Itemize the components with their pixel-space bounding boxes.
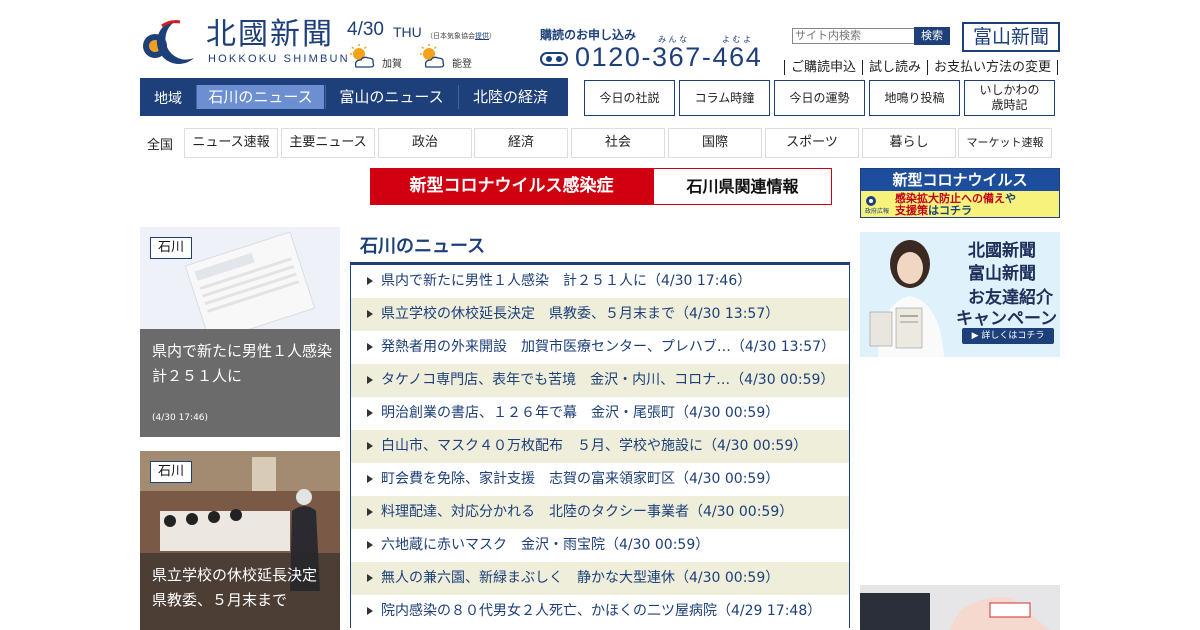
- category-sports[interactable]: スポーツ: [765, 128, 859, 158]
- card-caption: 県内で新たに男性１人感染 計２５１人に: [152, 342, 340, 385]
- tab-hokuriku-economy[interactable]: 北陸の経済: [458, 85, 562, 109]
- gov-pr-icon: 政府広報: [865, 195, 889, 215]
- category-all[interactable]: 全国: [147, 134, 173, 153]
- top-links: ご購読申込 試し読み お支払い方法の変更: [784, 56, 1059, 75]
- current-day-of-week: THU: [393, 24, 422, 40]
- category-politics[interactable]: 政治: [378, 128, 472, 158]
- news-item[interactable]: タケノコ専門店、表年でも苦境 金沢・内川、コロナ…（4/30 00:59）: [351, 364, 849, 397]
- news-item[interactable]: 明治創業の書店、１２６年で幕 金沢・尾張町（4/30 00:59）: [351, 397, 849, 430]
- corona-banner-left[interactable]: 新型コロナウイルス感染症: [370, 168, 653, 205]
- category-market[interactable]: マーケット速報: [958, 128, 1052, 158]
- news-list: 県内で新たに男性１人感染 計２５１人に（4/30 17:46） 県立学校の休校延…: [350, 265, 850, 628]
- top-story-card-1[interactable]: 石川 県内で新たに男性１人感染 計２５１人に (4/30 17:46): [140, 227, 340, 437]
- corona-ad-text: 感染拡大防止への備えや 支援策はコチラ: [895, 192, 1016, 217]
- sun-cloud-icon: [348, 44, 376, 70]
- subscribe-title: 購読のお申し込み: [540, 28, 637, 42]
- corona-banner-ishikawa[interactable]: 石川県関連情報: [653, 168, 832, 205]
- category-society[interactable]: 社会: [571, 128, 665, 158]
- sun-cloud-icon: [418, 44, 446, 70]
- search-button[interactable]: 検索: [914, 27, 950, 45]
- category-breaking[interactable]: ニュース速報: [184, 128, 278, 158]
- bottom-ad-image[interactable]: [860, 585, 1060, 630]
- campaign-title-2: 富山新聞: [968, 264, 1036, 284]
- region-tag: 石川: [150, 237, 192, 259]
- card-caption: 県立学校の休校延長決定 県教委、５月末まで: [152, 566, 333, 609]
- free-dial-icon: [540, 51, 568, 67]
- seasonal-calendar-button[interactable]: いしかわの 歳時記: [964, 80, 1055, 116]
- top-story-card-2[interactable]: 石川 県立学校の休校延長決定 県教委、５月末まで: [140, 451, 340, 630]
- card-date: (4/30 17:46): [152, 413, 209, 423]
- tab-ishikawa-news[interactable]: 石川のニュース: [196, 85, 324, 109]
- weather-area-kaga: 加賀: [382, 59, 402, 70]
- category-major[interactable]: 主要ニュース: [281, 128, 375, 158]
- news-item[interactable]: 町会費を免除、家計支援 志賀の富来領家町区（4/30 00:59）: [351, 463, 849, 496]
- section-heading: 石川のニュース: [360, 236, 486, 257]
- editorial-button[interactable]: 今日の社説: [584, 80, 675, 116]
- card-caption-box: 県立学校の休校延長決定 県教委、５月末まで: [140, 553, 340, 630]
- weather-credit-link[interactable]: 提供: [475, 32, 489, 40]
- column-jisho-button[interactable]: コラム時鐘: [679, 80, 770, 116]
- news-item[interactable]: 料理配達、対応分かれる 北陸のタクシー事業者（4/30 00:59）: [351, 496, 849, 529]
- site-search-input[interactable]: [792, 28, 916, 44]
- news-item[interactable]: 県立学校の休校延長決定 県教委、５月末まで（4/30 13:57）: [351, 298, 849, 331]
- site-logo-text[interactable]: 北國新聞: [206, 18, 334, 52]
- news-item[interactable]: 発熱者用の外来開設 加賀市医療センター、プレハブ…（4/30 13:57）: [351, 331, 849, 364]
- news-item[interactable]: 県内で新たに男性１人感染 計２５１人に（4/30 17:46）: [351, 265, 849, 298]
- region-tag: 石川: [150, 461, 192, 483]
- toyama-shimbun-link[interactable]: 富山新聞: [962, 22, 1060, 52]
- payment-change-link[interactable]: お支払い方法の変更: [927, 60, 1059, 75]
- campaign-detail-button[interactable]: ▶ 詳しくはコチラ: [962, 328, 1054, 344]
- category-economy[interactable]: 経済: [474, 128, 568, 158]
- news-item[interactable]: 無人の兼六園、新緑まぶしく 静かな大型連休（4/30 00:59）: [351, 562, 849, 595]
- tab-toyama-news[interactable]: 富山のニュース: [325, 85, 457, 109]
- subscribe-apply-link[interactable]: ご購読申込: [784, 60, 863, 75]
- news-item[interactable]: 六地蔵に赤いマスク 金沢・雨宝院（4/30 00:59）: [351, 529, 849, 562]
- category-international[interactable]: 国際: [668, 128, 762, 158]
- weather-area-noto: 能登: [452, 59, 472, 70]
- corona-ad-title: 新型コロナウイルス: [861, 169, 1059, 191]
- card-caption-box: 県内で新たに男性１人感染 計２５１人に (4/30 17:46): [140, 329, 340, 437]
- region-label: 地域: [154, 91, 182, 107]
- campaign-title-4: キャンペーン: [956, 309, 1058, 329]
- hokkoku-logo-icon[interactable]: [140, 16, 198, 64]
- subscribe-phone-number[interactable]: 0120-367-464: [575, 42, 762, 73]
- weather-credit: （日本気象協会提供）: [426, 32, 496, 40]
- current-date: 4/30: [347, 19, 384, 40]
- trial-read-link[interactable]: 試し読み: [862, 60, 928, 75]
- campaign-title-1: 北國新聞: [968, 241, 1036, 261]
- news-item[interactable]: 院内感染の８０代男女２人死亡、かほくの二ツ屋病院（4/29 17:48）: [351, 595, 849, 628]
- fortune-button[interactable]: 今日の運勢: [774, 80, 865, 116]
- category-life[interactable]: 暮らし: [862, 128, 956, 158]
- corona-gov-ad[interactable]: 新型コロナウイルス 政府広報 感染拡大防止への備えや 支援策はコチラ: [860, 168, 1060, 218]
- reader-post-button[interactable]: 地鳴り投稿: [869, 80, 960, 116]
- site-logo-subtitle: HOKKOKU SHIMBUN: [208, 53, 350, 65]
- news-item[interactable]: 白山市、マスク４０万枚配布 ５月、学校や施設に（4/30 00:59）: [351, 430, 849, 463]
